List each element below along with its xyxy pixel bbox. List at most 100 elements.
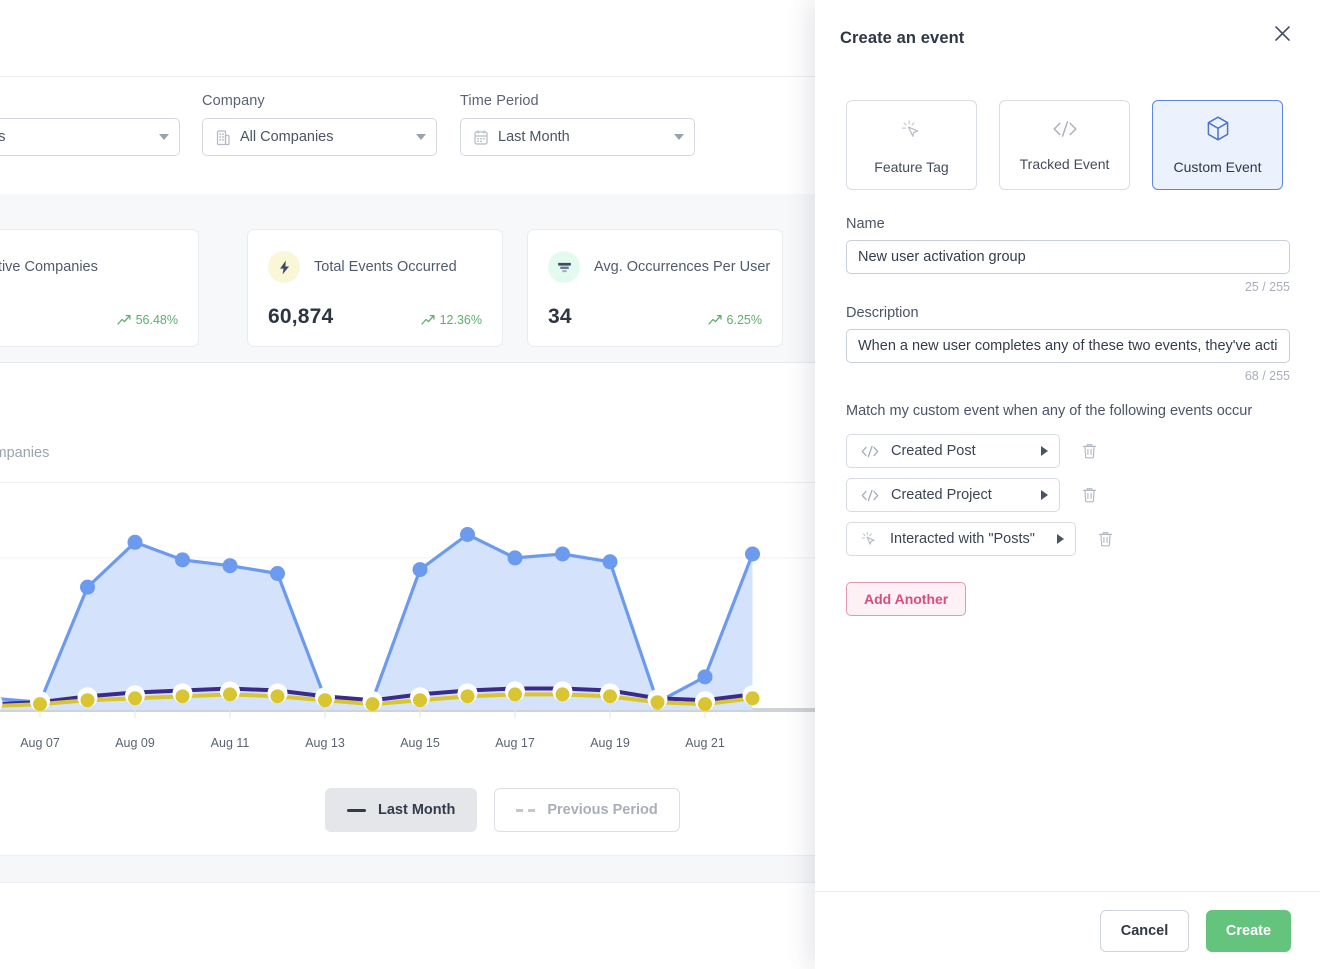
arrow-right-icon bbox=[1057, 534, 1064, 544]
filter-group-company: Company All Companies bbox=[202, 93, 437, 156]
description-char-counter: 68 / 255 bbox=[846, 369, 1290, 383]
arrow-right-icon bbox=[1041, 446, 1048, 456]
event-select-interacted-with-posts[interactable]: Interacted with "Posts" bbox=[846, 522, 1076, 556]
period-button-previous-period[interactable]: Previous Period bbox=[494, 788, 679, 832]
stat-title: Active Companies bbox=[0, 259, 98, 275]
filter-label-company: Company bbox=[202, 93, 437, 109]
name-input[interactable] bbox=[846, 240, 1290, 274]
period-button-label: Previous Period bbox=[547, 802, 657, 818]
event-type-card-tracked-event[interactable]: Tracked Event bbox=[999, 100, 1130, 190]
close-icon[interactable] bbox=[1265, 16, 1299, 50]
stat-card-avg-occurrences-per-user: Avg. Occurrences Per User 34 6.25% bbox=[527, 229, 783, 347]
x-axis-tick-label: Aug 13 bbox=[305, 736, 345, 750]
event-type-card-feature-tag[interactable]: Feature Tag bbox=[846, 100, 977, 190]
calendar-icon bbox=[473, 129, 489, 146]
description-input[interactable] bbox=[846, 329, 1290, 363]
panel-footer: Cancel Create bbox=[815, 891, 1320, 969]
event-select-label: Created Post bbox=[891, 443, 1031, 459]
dashed-line-icon bbox=[516, 809, 535, 812]
period-button-label: Last Month bbox=[378, 802, 455, 818]
event-type-card-label: Tracked Event bbox=[1020, 156, 1110, 172]
name-char-counter: 25 / 255 bbox=[846, 280, 1290, 294]
stat-value: 34 bbox=[548, 305, 572, 329]
stat-delta: 56.48% bbox=[117, 313, 178, 329]
filter-group-time-period: Time Period Last Month bbox=[460, 93, 695, 156]
x-axis-tick-label: Aug 07 bbox=[20, 736, 60, 750]
event-select-created-project[interactable]: Created Project bbox=[846, 478, 1060, 512]
x-axis-tick-label: Aug 17 bbox=[495, 736, 535, 750]
x-axis-tick-label: Aug 09 bbox=[115, 736, 155, 750]
building-icon bbox=[215, 129, 231, 146]
filter-label-segments: ts bbox=[0, 93, 180, 109]
create-event-panel: Create an event Feature Tag bbox=[815, 0, 1320, 969]
stat-value: 60,874 bbox=[268, 305, 333, 329]
period-button-last-month[interactable]: Last Month bbox=[325, 788, 477, 832]
x-axis-tick-label: Aug 15 bbox=[400, 736, 440, 750]
event-condition-row: Interacted with "Posts" bbox=[846, 522, 1290, 556]
segments-select-value: l Segments bbox=[0, 129, 149, 145]
stat-delta-value: 6.25% bbox=[727, 313, 762, 327]
stat-delta-value: 12.36% bbox=[440, 313, 482, 327]
add-another-button[interactable]: Add Another bbox=[846, 582, 966, 616]
code-brackets-icon bbox=[859, 444, 881, 459]
solid-line-icon bbox=[347, 809, 366, 812]
event-type-card-label: Custom Event bbox=[1174, 159, 1262, 175]
chart-svg bbox=[0, 503, 815, 718]
trend-up-icon bbox=[708, 314, 722, 326]
filter-group-segments: ts l Segments bbox=[0, 93, 180, 156]
trend-up-icon bbox=[421, 314, 435, 326]
time-period-select-value: Last Month bbox=[498, 129, 664, 145]
bolt-icon bbox=[268, 251, 300, 283]
code-brackets-icon bbox=[859, 488, 881, 503]
event-type-cards: Feature Tag Tracked Event Custom Ev bbox=[846, 100, 1290, 190]
x-axis-tick-label: Aug 21 bbox=[685, 736, 725, 750]
panel-title: Create an event bbox=[840, 29, 964, 48]
time-period-select[interactable]: Last Month bbox=[460, 118, 695, 156]
panel-body: Feature Tag Tracked Event Custom Ev bbox=[815, 76, 1320, 891]
filter-label-time-period: Time Period bbox=[460, 93, 695, 109]
trash-icon[interactable] bbox=[1078, 484, 1100, 506]
stat-card-total-events-occurred: Total Events Occurred 60,874 12.36% bbox=[247, 229, 503, 347]
stat-delta: 6.25% bbox=[708, 313, 762, 329]
x-axis-tick-label: Aug 19 bbox=[590, 736, 630, 750]
company-select-value: All Companies bbox=[240, 129, 406, 145]
arrow-right-icon bbox=[1041, 490, 1048, 500]
chevron-down-icon bbox=[416, 134, 426, 140]
period-toggle: Last Month Previous Period bbox=[325, 788, 680, 832]
cursor-sparkle-icon bbox=[898, 116, 925, 148]
trash-icon[interactable] bbox=[1094, 528, 1116, 550]
code-brackets-icon bbox=[1050, 118, 1080, 145]
chart-x-axis: Aug 07 Aug 09 Aug 11 Aug 13 Aug 15 Aug 17 Aug … bbox=[0, 736, 815, 756]
event-select-label: Created Project bbox=[891, 487, 1031, 503]
chart-plot bbox=[0, 503, 815, 718]
event-select-created-post[interactable]: Created Post bbox=[846, 434, 1060, 468]
description-field-label: Description bbox=[846, 305, 1290, 321]
chevron-down-icon bbox=[674, 134, 684, 140]
stat-delta-value: 56.48% bbox=[136, 313, 178, 327]
event-type-card-label: Feature Tag bbox=[874, 159, 948, 175]
x-axis-tick-label: Aug 11 bbox=[211, 736, 250, 750]
event-type-card-custom-event[interactable]: Custom Event bbox=[1152, 100, 1283, 190]
name-field-label: Name bbox=[846, 216, 1290, 232]
stat-title: Avg. Occurrences Per User bbox=[594, 259, 770, 275]
cancel-button[interactable]: Cancel bbox=[1100, 910, 1189, 952]
event-condition-row: Created Post bbox=[846, 434, 1290, 468]
match-condition-hint: Match my custom event when any of the fo… bbox=[846, 403, 1290, 419]
cursor-sparkle-icon bbox=[859, 529, 880, 549]
chart-legend: Unique Companies bbox=[0, 445, 49, 461]
create-button[interactable]: Create bbox=[1206, 910, 1291, 952]
panel-header: Create an event bbox=[815, 0, 1320, 76]
trash-icon[interactable] bbox=[1078, 440, 1100, 462]
funnel-icon bbox=[548, 251, 580, 283]
stat-delta: 12.36% bbox=[421, 313, 482, 329]
stat-card-active-companies: Active Companies 71 56.48% bbox=[0, 229, 199, 347]
legend-label: Unique Companies bbox=[0, 445, 49, 461]
cube-icon bbox=[1205, 115, 1231, 148]
chevron-down-icon bbox=[159, 134, 169, 140]
company-select[interactable]: All Companies bbox=[202, 118, 437, 156]
stat-title: Total Events Occurred bbox=[314, 259, 457, 275]
event-select-label: Interacted with "Posts" bbox=[890, 531, 1047, 547]
segments-select[interactable]: l Segments bbox=[0, 118, 180, 156]
trend-up-icon bbox=[117, 314, 131, 326]
event-condition-row: Created Project bbox=[846, 478, 1290, 512]
